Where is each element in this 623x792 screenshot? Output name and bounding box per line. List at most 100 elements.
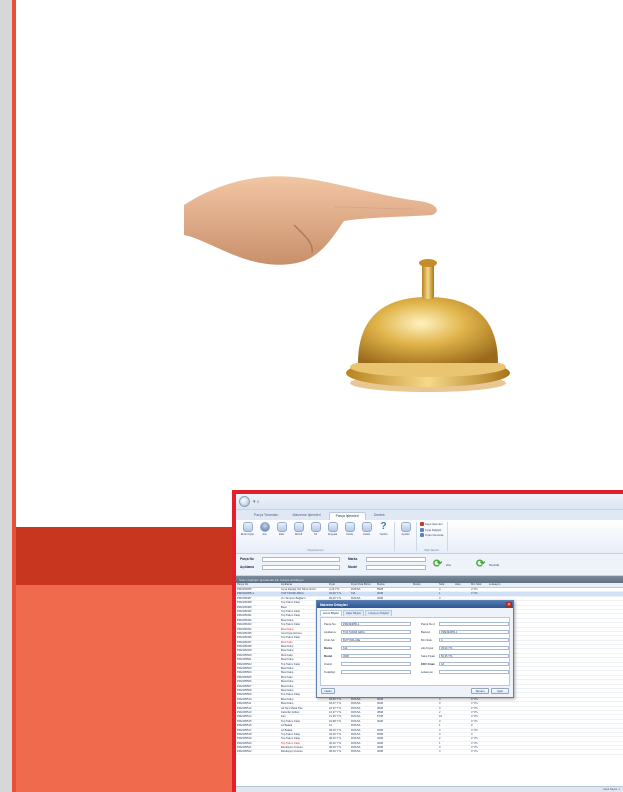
dialog-field-input[interactable]: BUTYNKLASE — [341, 637, 411, 642]
dialog-field-label: Lokasyon — [421, 670, 433, 674]
ribbon-small-list: Kayıt İşlemleri Fiyat Değiştir Toplu Gün… — [420, 522, 444, 537]
ribbon-button[interactable]: Kopyala — [325, 522, 340, 536]
table-cell — [488, 737, 518, 740]
table-cell: 22,37 YTL — [329, 706, 342, 710]
table-cell: 3 YTL — [471, 746, 479, 750]
table-cell: PM2495520 — [237, 741, 252, 745]
material-detail-dialog: Malzeme Detayları × Genel Bilgiler Diğer… — [316, 600, 514, 698]
tab-malzeme-islemleri[interactable]: Malzeme İşlemleri — [286, 512, 326, 520]
dialog-field-input[interactable]: 45,00 YTL — [439, 645, 509, 650]
column-header[interactable]: Parça No — [236, 583, 280, 587]
table-cell: 3 YTL — [471, 702, 479, 706]
table-cell: 18,07 YTL — [329, 702, 342, 706]
table-cell: PM2495508 — [237, 688, 252, 692]
ribbon-button[interactable]: Ayarlar — [398, 522, 413, 536]
ribbon-button-label: Yardım — [379, 533, 388, 536]
table-cell: PM2495502 — [237, 662, 252, 666]
table-cell: ROKSA — [351, 719, 361, 723]
table-cell: 3008 — [377, 737, 383, 741]
group-by-band[interactable]: Sütun başlığını gruplamak için buraya sü… — [236, 576, 623, 583]
clear-arrow-icon[interactable]: ⟳ — [476, 559, 485, 570]
dialog-field-input[interactable]: 3 — [439, 637, 509, 642]
title-bar: ▾ ⌕ — [236, 494, 623, 510]
dialog-tab-lokasyon[interactable]: Lokasyon Bilgileri — [365, 610, 393, 616]
table-cell: 46,50 YTL — [329, 697, 342, 701]
dialog-tab-genel[interactable]: Genel Bilgiler — [320, 610, 342, 616]
tab-parca-tanimlari[interactable]: Parça Tanımları — [248, 512, 284, 520]
doc-icon — [344, 522, 355, 532]
dialog-field-label: Satış Fiyatı — [421, 654, 435, 658]
dialog-tab-diger[interactable]: Diğer Bilgiler — [342, 610, 365, 616]
ribbon-button[interactable]: Sil — [308, 522, 323, 536]
table-cell — [488, 702, 518, 705]
column-header[interactable]: Fiyat Para Birimi — [350, 583, 376, 587]
dialog-field-input[interactable]: PM2494055-1 — [341, 621, 411, 626]
dialog-field-input[interactable] — [341, 669, 411, 674]
table-cell: PM2495496 — [237, 636, 252, 640]
ribbon-button[interactable]: Ekran Ayarı — [240, 522, 255, 536]
table-cell: 3048 — [377, 702, 383, 706]
aciklama-input[interactable] — [262, 564, 340, 570]
column-header[interactable]: Min Stok — [470, 583, 488, 587]
ribbon-small-item[interactable]: Fiyat Değiştir — [420, 527, 444, 532]
ok-button[interactable]: Tamam — [471, 688, 489, 694]
filter-panel: Parça No Açıklama Marka Model ⟳ Ara ⟳ Te… — [236, 554, 623, 576]
marka-select[interactable] — [366, 556, 426, 562]
dialog-field-input[interactable]: KIA — [341, 645, 411, 650]
table-cell — [412, 750, 438, 753]
ribbon-button-label: Ekran Ayarı — [240, 533, 255, 536]
dialog-field-input[interactable]: 18 — [439, 661, 509, 666]
column-header[interactable]: Stok — [438, 583, 454, 587]
dialog-field-input[interactable] — [341, 661, 411, 666]
tab-parca-islemleri[interactable]: Parça İşlemleri — [328, 512, 366, 520]
table-cell — [454, 715, 470, 718]
ribbon-small-item[interactable]: Toplu Güncelle — [420, 533, 444, 537]
column-header[interactable]: Adet — [454, 583, 470, 587]
column-header[interactable]: Marka — [376, 583, 412, 587]
ribbon-button[interactable]: Listele — [359, 522, 374, 536]
search-arrow-icon[interactable]: ⟳ — [433, 559, 442, 570]
table-cell: 3 — [439, 719, 441, 723]
table-cell: 3848 — [377, 706, 383, 710]
dialog-field-input[interactable]: PM2494055-1 — [439, 629, 509, 634]
column-header[interactable]: Fiyat — [328, 583, 350, 587]
app-orb-icon[interactable] — [239, 496, 250, 507]
cancel-button[interactable]: İptal — [491, 688, 509, 694]
ribbon-button[interactable]: Ara — [257, 522, 272, 536]
dialog-field-input[interactable] — [439, 669, 509, 674]
table-cell: Alt Tarz Metal Pas — [281, 706, 303, 710]
table-row[interactable]: PM2495522 Direksiyon Kutusu 38,00 YTL ROKSA… — [236, 750, 623, 755]
table-cell: 1 — [439, 724, 441, 728]
column-header[interactable]: Model — [412, 583, 438, 587]
ribbon-button[interactable]: ? Yardım — [376, 522, 391, 537]
dialog-field-input[interactable]: TOZ TAKIMI ARKA — [341, 629, 411, 634]
ribbon-small-item[interactable]: Kayıt İşlemleri — [420, 522, 444, 526]
ribbon-button[interactable]: Düzelt — [291, 522, 306, 536]
print-button[interactable]: Yazdır — [321, 688, 335, 694]
table-cell: 3048 — [377, 697, 383, 701]
parca-no-input[interactable] — [262, 556, 340, 562]
table-cell — [412, 707, 438, 710]
table-cell — [412, 729, 438, 732]
table-cell: 32,00 YTL — [329, 732, 342, 736]
quick-access-toolbar[interactable]: ▾ ⌕ — [253, 499, 260, 505]
ribbon-button[interactable]: Yazdır — [342, 522, 357, 536]
table-cell: PM2495512 — [237, 706, 252, 710]
ribbon-button[interactable]: Ekle — [274, 522, 289, 536]
table-cell: PM2495506 — [237, 680, 252, 684]
column-header[interactable]: Açıklama — [280, 583, 328, 587]
clear-label[interactable]: Temizle — [489, 563, 499, 567]
table-cell: KIA — [351, 592, 356, 596]
table-cell: 4 — [439, 746, 441, 750]
close-icon[interactable]: × — [506, 602, 512, 607]
table-cell: PM2495487 — [237, 596, 252, 600]
model-select[interactable] — [366, 564, 426, 570]
table-cell — [488, 698, 518, 701]
search-label[interactable]: Ara — [446, 563, 451, 567]
dialog-field-label: Alış Fiyatı — [421, 646, 434, 650]
dialog-field-input[interactable] — [439, 621, 509, 626]
column-header[interactable]: Lokasyon — [488, 583, 518, 587]
dialog-field-input[interactable]: 3038 — [341, 653, 411, 658]
dialog-field-input[interactable]: 56,25 YTL — [439, 653, 509, 658]
tab-destek[interactable]: Destek — [368, 512, 391, 520]
